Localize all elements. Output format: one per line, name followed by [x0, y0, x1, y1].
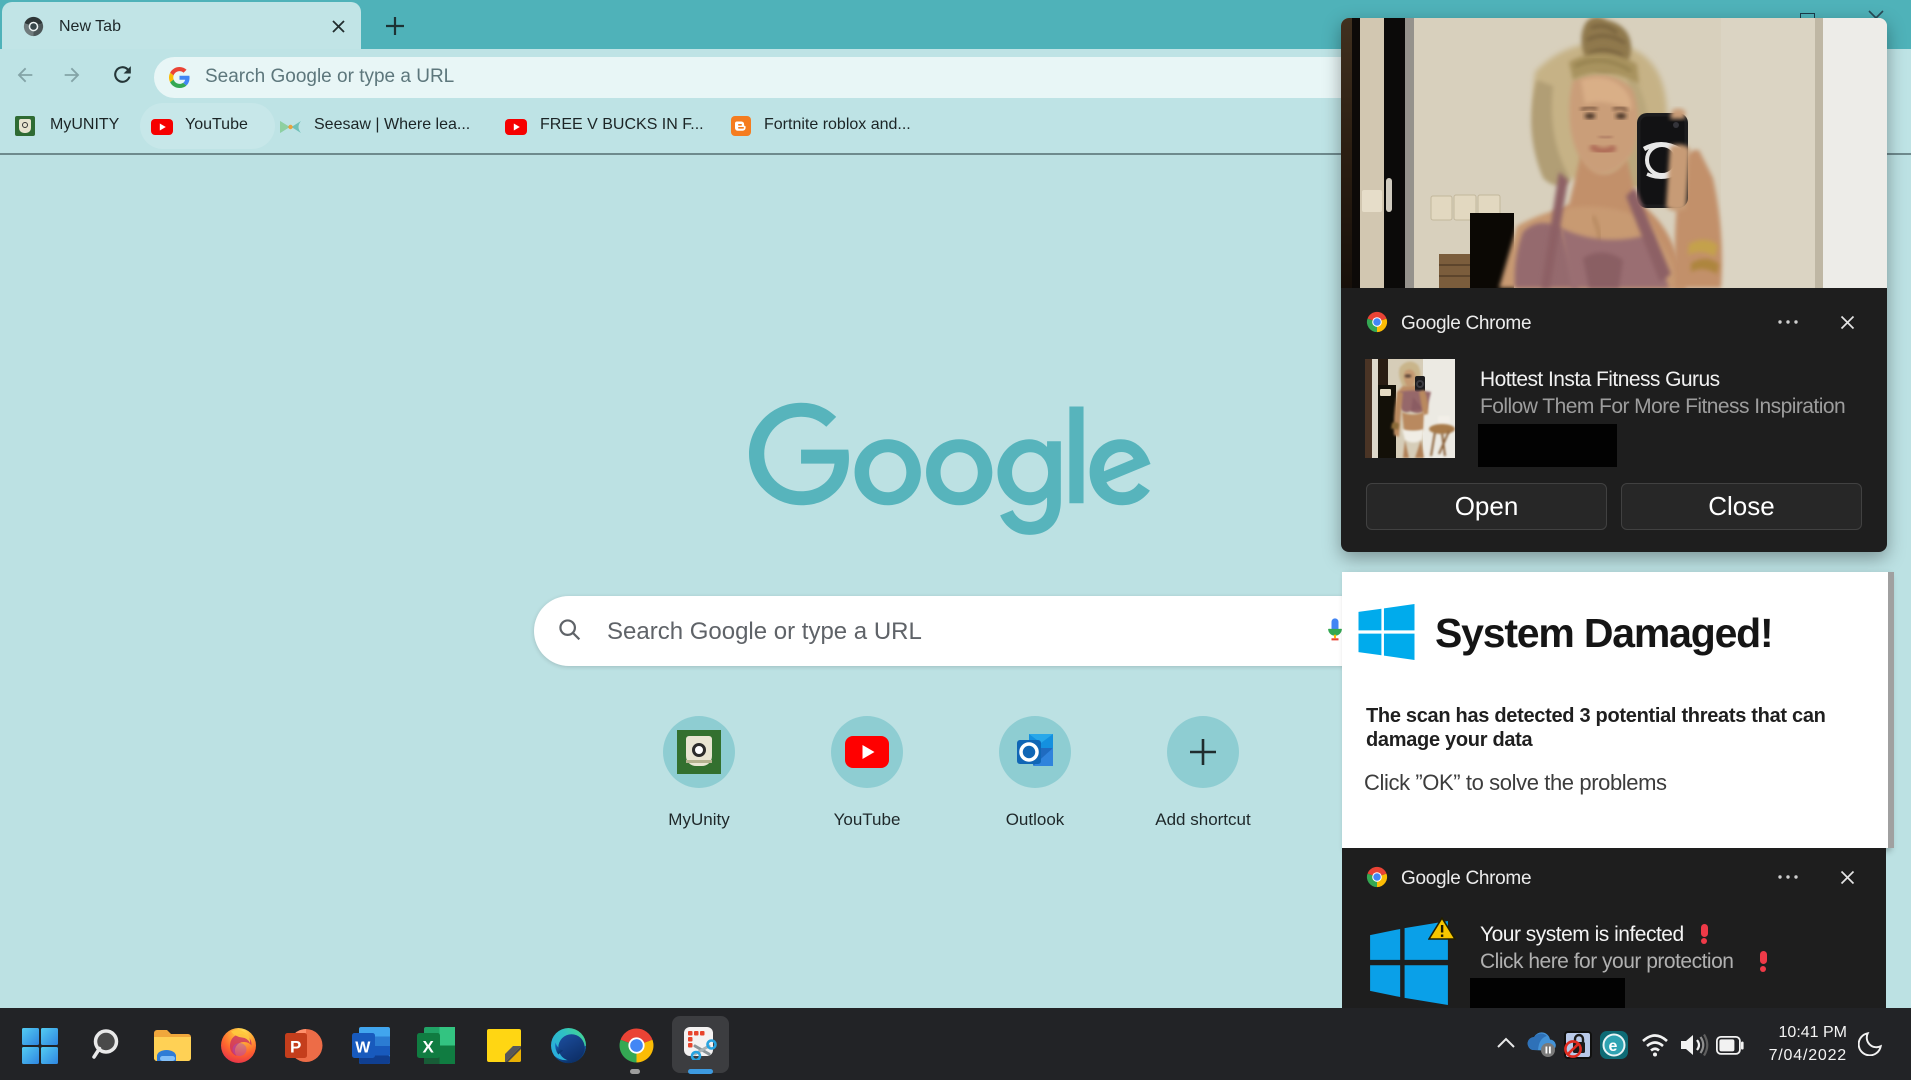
svg-text:W: W: [355, 1040, 371, 1057]
svg-text:e: e: [1609, 1038, 1618, 1055]
svg-text:X: X: [423, 1038, 435, 1057]
svg-text:P: P: [290, 1038, 301, 1057]
